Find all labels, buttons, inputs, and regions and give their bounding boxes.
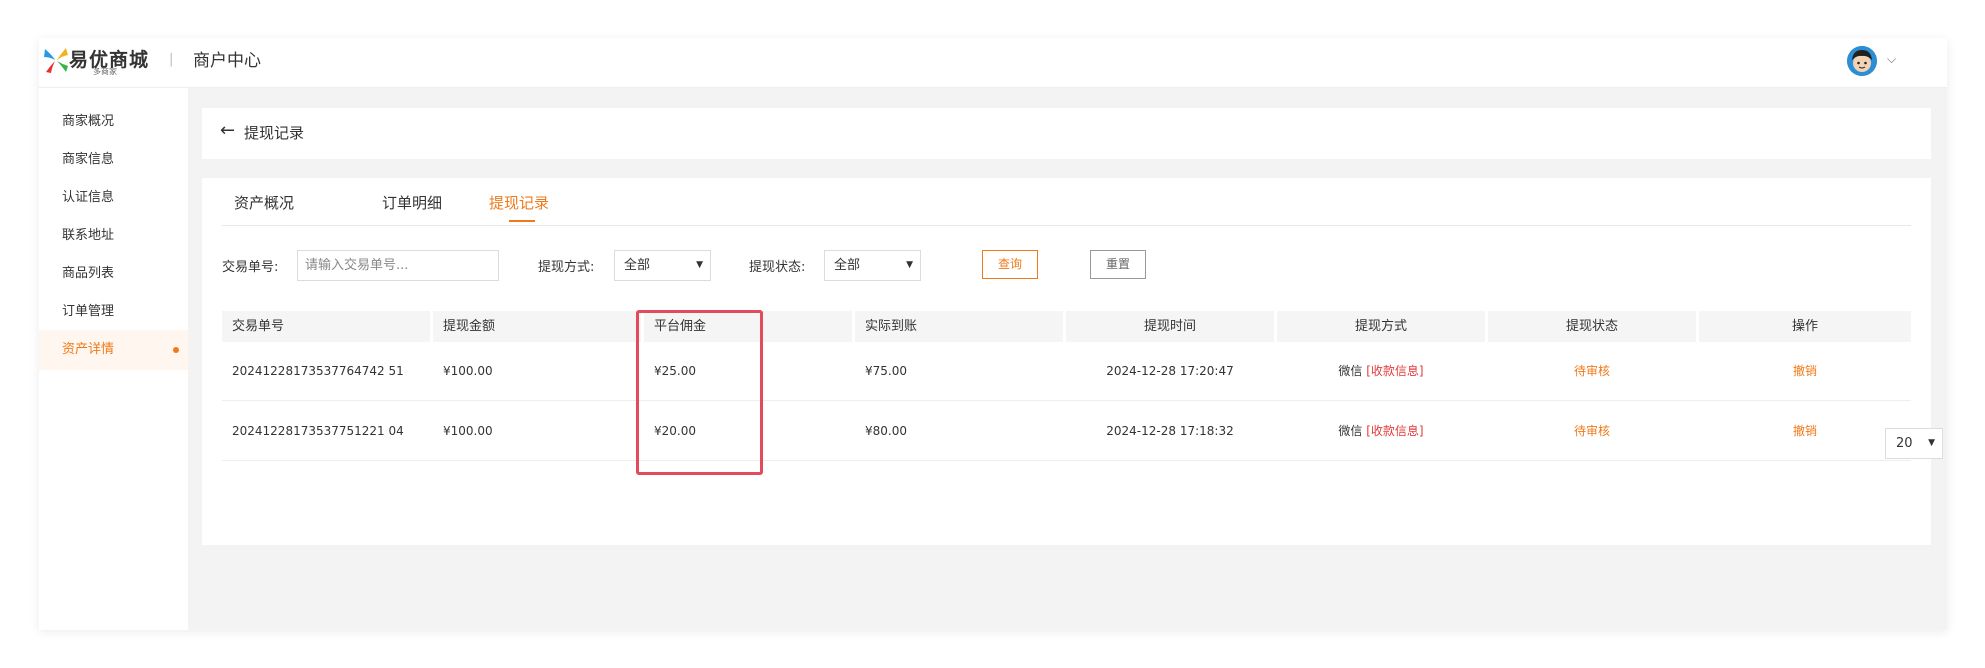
cell-amount: ¥100.00 (443, 424, 493, 438)
method-text: 微信 (1338, 364, 1363, 378)
order-no-input[interactable] (297, 250, 499, 281)
header-divider: | (169, 52, 174, 67)
sidebar-item-label: 联系地址 (62, 228, 115, 243)
page-title: 提现记录 (244, 124, 305, 142)
cancel-link[interactable]: 撤销 (1699, 402, 1911, 461)
main-panel: 资产概况 订单明细 提现记录 交易单号: 提现方式: 全部 ▼ 提现状态: 全部… (202, 178, 1943, 545)
sidebar-item-asset-details[interactable]: 资产详情 (39, 330, 188, 370)
app-window: 易优商城 多商家 | 商户中心 ⌵ 商家概况 商家信息 认证信息 联系地址 商品… (39, 38, 1947, 630)
table-header: 交易单号 提现金额 平台佣金 实际到账 提现时间 提现方式 提现状态 操作 (222, 311, 1911, 342)
query-button[interactable]: 查询 (982, 250, 1038, 279)
commission-column-highlight-box (636, 310, 763, 475)
sidebar-item-order-management[interactable]: 订单管理 (39, 292, 188, 332)
sidebar-item-label: 认证信息 (62, 190, 115, 205)
cell-actual: ¥75.00 (865, 364, 907, 378)
caret-down-icon: ▼ (696, 260, 703, 270)
withdraw-status-label: 提现状态: (749, 260, 806, 275)
user-avatar[interactable] (1847, 46, 1877, 76)
cell-amount: ¥100.00 (443, 364, 493, 378)
cancel-link[interactable]: 撤销 (1699, 342, 1911, 401)
avatar-face-icon (1847, 46, 1877, 76)
active-tab-underline (509, 220, 535, 222)
reset-button[interactable]: 重置 (1090, 250, 1146, 279)
cell-order-no: 20241228173537764742 51 (232, 364, 404, 378)
sidebar-item-label: 商家概况 (62, 114, 115, 129)
cell-actual: ¥80.00 (865, 424, 907, 438)
tab-asset-overview[interactable]: 资产概况 (234, 192, 294, 213)
withdraw-status-select[interactable]: 全部 ▼ (824, 250, 921, 281)
header-title: 商户中心 (193, 51, 261, 71)
cell-status: 待审核 (1573, 424, 1610, 438)
cell-order-no: 20241228173537751221 04 (232, 424, 404, 438)
cell-method: 微信 [收款信息] (1277, 402, 1485, 461)
column-header: 操作 (1699, 311, 1911, 342)
sidebar-item-label: 订单管理 (62, 304, 115, 319)
column-header: 提现状态 (1488, 311, 1696, 342)
tab-order-details[interactable]: 订单明细 (382, 192, 442, 213)
sidebar-item-merchant-overview[interactable]: 商家概况 (39, 102, 188, 142)
brand-subtitle: 多商家 (93, 67, 117, 76)
table-row: 20241228173537751221 04 ¥100.00 ¥20.00 ¥… (222, 402, 1911, 461)
cell-time: 2024-12-28 17:20:47 (1106, 364, 1234, 378)
sidebar-item-label: 商家信息 (62, 152, 115, 167)
withdraw-method-value: 全部 (624, 258, 651, 273)
column-header: 交易单号 (222, 311, 430, 342)
caret-down-icon: ▼ (906, 260, 913, 270)
cell-status: 待审核 (1573, 364, 1610, 378)
top-header: 易优商城 多商家 | 商户中心 ⌵ (39, 38, 1947, 88)
sidebar-item-certification[interactable]: 认证信息 (39, 178, 188, 218)
sidebar-item-label: 资产详情 (62, 342, 115, 357)
tab-withdrawal-records[interactable]: 提现记录 (489, 192, 549, 213)
back-arrow-icon[interactable]: ← (220, 120, 235, 141)
cell-time: 2024-12-28 17:18:32 (1106, 424, 1234, 438)
column-header: 提现金额 (433, 311, 641, 342)
payment-info-link[interactable]: [收款信息] (1366, 364, 1423, 378)
page-back-bar: ← 提现记录 (202, 108, 1931, 159)
page-size-select[interactable]: 20 ▼ (1885, 428, 1943, 459)
table-row: 20241228173537764742 51 ¥100.00 ¥25.00 ¥… (222, 342, 1911, 401)
sidebar-item-product-list[interactable]: 商品列表 (39, 254, 188, 294)
column-header: 提现方式 (1277, 311, 1485, 342)
caret-down-icon: ▼ (1928, 438, 1935, 448)
sidebar: 商家概况 商家信息 认证信息 联系地址 商品列表 订单管理 资产详情 (39, 88, 188, 630)
user-menu-chevron-down-icon[interactable]: ⌵ (1887, 52, 1896, 67)
withdraw-method-select[interactable]: 全部 ▼ (614, 250, 711, 281)
order-no-label: 交易单号: (222, 260, 279, 275)
column-header: 实际到账 (855, 311, 1063, 342)
payment-info-link[interactable]: [收款信息] (1366, 424, 1423, 438)
method-text: 微信 (1338, 424, 1363, 438)
sidebar-item-label: 商品列表 (62, 266, 115, 281)
sidebar-item-contact-address[interactable]: 联系地址 (39, 216, 188, 256)
sidebar-item-merchant-info[interactable]: 商家信息 (39, 140, 188, 180)
withdraw-method-label: 提现方式: (538, 260, 595, 275)
cell-method: 微信 [收款信息] (1277, 342, 1485, 401)
withdraw-status-value: 全部 (834, 258, 861, 273)
active-dot-icon (173, 347, 179, 353)
brand-logo-icon[interactable] (42, 45, 70, 75)
tabs-divider (222, 225, 1911, 226)
page-size-value: 20 (1896, 436, 1913, 451)
column-header: 提现时间 (1066, 311, 1274, 342)
